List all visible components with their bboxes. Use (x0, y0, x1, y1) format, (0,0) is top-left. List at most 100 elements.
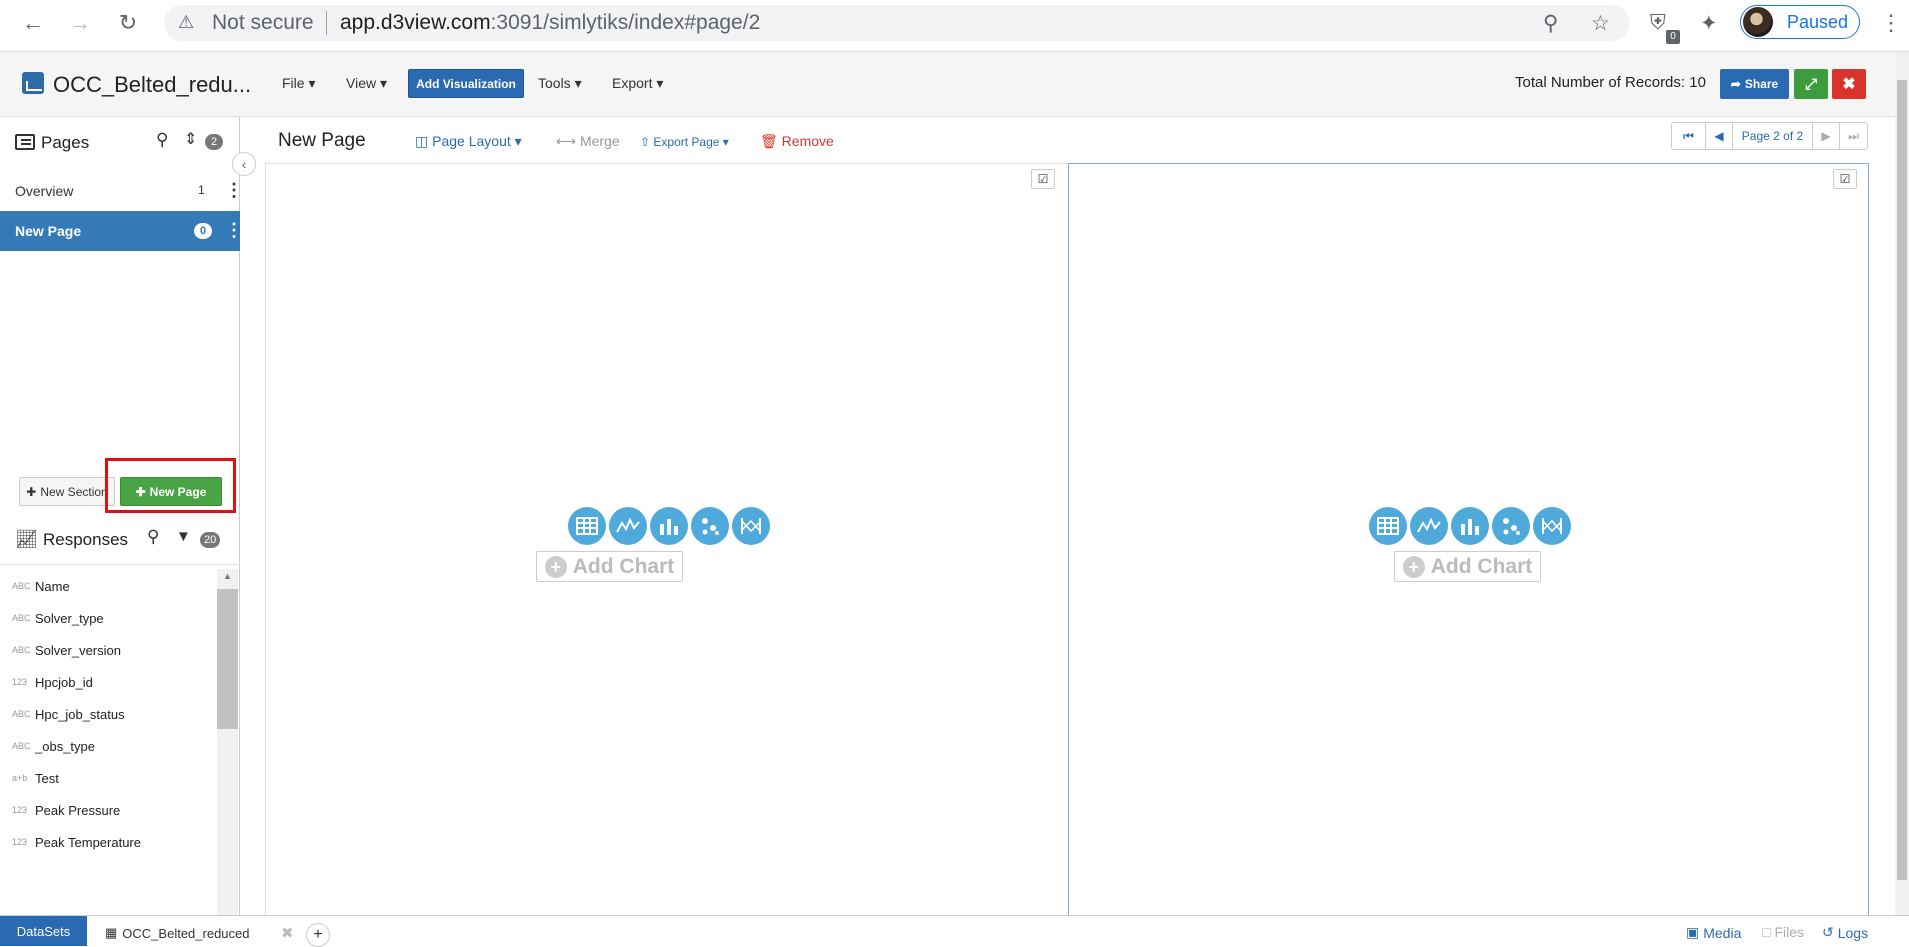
merge-button[interactable]: ⟷ Merge (556, 133, 620, 150)
list-item[interactable]: ABC Solver_type (0, 602, 215, 634)
media-link[interactable]: ▣ Media (1686, 924, 1741, 941)
next-page-icon[interactable]: ▶︎ (1813, 123, 1840, 149)
prev-page-icon[interactable]: ◀︎ (1706, 123, 1733, 149)
add-chart-button[interactable]: + Add Chart (536, 551, 683, 582)
back-icon[interactable]: ← (20, 10, 46, 36)
parallel-coordinates-icon[interactable] (1533, 507, 1571, 545)
responses-title: Responses (43, 530, 129, 549)
bar-chart-icon[interactable] (1451, 507, 1489, 545)
extensions-puzzle-icon[interactable]: ✦ (1700, 11, 1718, 36)
line-chart-icon[interactable] (609, 507, 647, 545)
app-header: OCC_Belted_redu... File View Add Visuali… (0, 52, 1895, 117)
url-path: :3091/simlytiks/index#page/2 (490, 11, 761, 34)
table-chart-icon[interactable] (1369, 507, 1407, 545)
menu-export[interactable]: Export (612, 75, 663, 92)
security-label[interactable]: Not secure (212, 11, 314, 35)
menu-view[interactable]: View (346, 75, 387, 92)
reload-icon[interactable]: ↻ (115, 10, 141, 36)
share-button[interactable]: ➦ Share (1720, 69, 1789, 99)
close-tab-icon[interactable]: ✖ (281, 924, 294, 942)
field-name: Name (35, 579, 70, 594)
page-item-new-page[interactable]: New Page 0 ⋮ (0, 211, 243, 251)
fullscreen-button[interactable]: ⤢ (1794, 69, 1828, 99)
page-item-overview[interactable]: Overview 1 ⋮ (0, 171, 243, 211)
page-scrollbar-thumb[interactable] (1897, 80, 1907, 880)
browser-toolbar: ← → ↻ ⚠ Not secure app.d3view.com:3091/s… (0, 0, 1909, 52)
add-tab-button[interactable]: + (306, 923, 330, 947)
avatar (1743, 7, 1773, 37)
export-page-dropdown[interactable]: ⇧ Export Page ▾ (640, 135, 729, 149)
first-page-icon[interactable]: ⏮︎ (1672, 123, 1706, 149)
profile-button[interactable]: Paused (1740, 5, 1860, 39)
close-button[interactable]: ✖ (1832, 69, 1866, 99)
layout-icon: ◫ (415, 133, 429, 149)
add-chart-button[interactable]: + Add Chart (1394, 551, 1541, 582)
logs-label: Logs (1837, 924, 1869, 941)
page-layout-dropdown[interactable]: ◫ Page Layout ▾ (415, 133, 522, 150)
search-icon[interactable]: ⚲ (147, 527, 159, 547)
table-icon: ▦ (105, 925, 118, 940)
logs-link[interactable]: ↺ Logs (1822, 924, 1868, 941)
responses-list: ABC Name ABC Solver_type ABC Solver_version… (0, 565, 215, 915)
remove-label: Remove (781, 133, 834, 149)
list-item[interactable]: ABC Solver_version (0, 634, 215, 666)
sort-icon[interactable]: ⇕ (184, 129, 197, 149)
pane-select-checkbox[interactable]: ☑ (1031, 169, 1055, 189)
add-visualization-button[interactable]: Add Visualization (408, 69, 524, 98)
list-item[interactable]: 123 Peak Temperature (0, 826, 215, 858)
bar-chart-icon[interactable] (650, 507, 688, 545)
pager-label: Page 2 of 2 (1733, 123, 1813, 149)
merge-icon: ⟷ (556, 133, 577, 149)
scatter-chart-icon[interactable] (691, 507, 729, 545)
add-chart-label: Add Chart (1430, 554, 1533, 578)
field-name: Solver_type (35, 611, 104, 626)
scatter-chart-icon[interactable] (1492, 507, 1530, 545)
field-type: ABC (12, 581, 31, 591)
filter-icon[interactable]: ▼ (176, 528, 191, 545)
pages-count-badge: 2 (205, 134, 223, 150)
dataset-file-tab[interactable]: ▦ OCC_Belted_reduced (105, 925, 250, 941)
responses-scrollbar-thumb[interactable] (217, 589, 238, 729)
extension-shield-icon[interactable]: ⛨ (1650, 11, 1666, 35)
zoom-icon[interactable]: ⚲ (1543, 11, 1558, 36)
browser-menu-icon[interactable]: ⋮ (1880, 10, 1902, 36)
menu-file[interactable]: File (282, 75, 315, 92)
chart-type-icons (1369, 507, 1571, 545)
search-icon[interactable]: ⚲ (156, 130, 168, 150)
list-item[interactable]: ABC Hpc_job_status (0, 698, 215, 730)
list-item[interactable]: ABC Name (0, 570, 215, 602)
line-chart-icon[interactable] (1410, 507, 1448, 545)
forward-icon[interactable]: → (67, 10, 93, 36)
field-type: a+b (12, 773, 28, 783)
responses-scrollbar[interactable]: ▲ (217, 569, 238, 915)
datasets-tab[interactable]: DataSets (0, 916, 87, 946)
list-item[interactable]: a+b Test (0, 762, 215, 794)
parallel-coordinates-icon[interactable] (732, 507, 770, 545)
last-page-icon[interactable]: ⏭︎ (1840, 123, 1867, 149)
list-item[interactable]: ABC _obs_type (0, 730, 215, 762)
pane-select-checkbox[interactable]: ☑ (1833, 169, 1857, 189)
page-scrollbar[interactable] (1895, 52, 1909, 915)
bookmark-star-icon[interactable]: ☆ (1591, 11, 1610, 36)
list-item[interactable]: 123 Hpcjob_id (0, 666, 215, 698)
url-text[interactable]: app.d3view.com:3091/simlytiks/index#page… (340, 11, 760, 35)
list-item[interactable]: 123 Peak Pressure (0, 794, 215, 826)
add-chart-label: Add Chart (572, 554, 675, 578)
history-icon: ↺ (1822, 924, 1834, 940)
field-name: Hpc_job_status (35, 707, 125, 722)
warning-icon[interactable]: ⚠ (178, 12, 194, 33)
footer-bar: DataSets ▦ OCC_Belted_reduced ✖ + ▣ Media … (0, 915, 1909, 947)
page-options-icon[interactable]: ⋮ (225, 180, 243, 201)
files-link[interactable]: □ Files (1762, 924, 1804, 940)
checkbox-icon: ☑ (1839, 172, 1851, 186)
new-section-button[interactable]: ✚ New Section (19, 477, 115, 506)
remove-button[interactable]: 🗑︎ Remove (760, 133, 834, 150)
chart-pane-right[interactable]: ☑ + Add Chart (1068, 163, 1869, 915)
chart-pane-left[interactable]: ☑ + Add Chart (265, 163, 1069, 915)
menu-tools[interactable]: Tools (538, 75, 582, 92)
share-icon: ➦ (1730, 77, 1741, 91)
table-chart-icon[interactable] (568, 507, 606, 545)
scroll-up-icon[interactable]: ▲ (223, 571, 232, 581)
page-options-icon[interactable]: ⋮ (225, 220, 243, 241)
field-type: ABC (12, 741, 31, 751)
